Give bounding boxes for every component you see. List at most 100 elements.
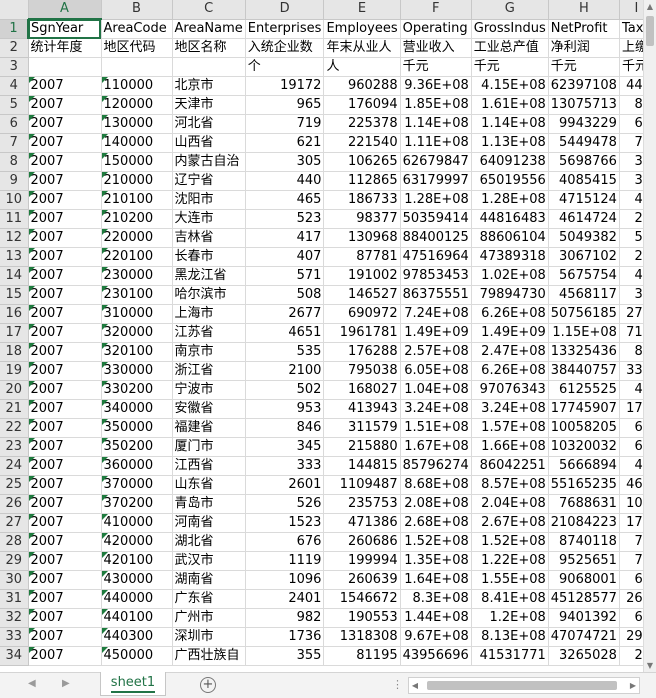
scroll-right-arrow-icon[interactable]: ▶ — [627, 678, 639, 693]
grid-cell[interactable]: 63179997 — [400, 171, 472, 191]
grid-cell[interactable]: 9401392 — [548, 608, 620, 628]
grid-cell[interactable]: 黑龙江省 — [172, 266, 246, 286]
grid-cell[interactable]: 112865 — [323, 171, 401, 191]
grid-cell[interactable]: 64091238 — [471, 152, 549, 172]
grid-cell[interactable]: 8.13E+08 — [471, 627, 549, 647]
row-header[interactable]: 11 — [0, 209, 29, 229]
column-header-h[interactable]: H — [548, 0, 620, 20]
grid-cell[interactable]: 1318308 — [323, 627, 401, 647]
grid-cell[interactable] — [172, 57, 246, 77]
grid-cell[interactable]: 湖北省 — [172, 532, 246, 552]
grid-cell[interactable]: 安徽省 — [172, 399, 246, 419]
grid-cell[interactable]: 221540 — [323, 133, 401, 153]
grid-cell[interactable]: 1.49E+09 — [471, 323, 549, 343]
grid-cell[interactable]: 2007 — [28, 570, 102, 590]
grid-cell[interactable]: 9068001 — [548, 570, 620, 590]
grid-cell[interactable]: 225378 — [323, 114, 401, 134]
row-header[interactable]: 26 — [0, 494, 29, 514]
grid-cell[interactable]: 1.22E+08 — [471, 551, 549, 571]
grid-cell[interactable]: 65019556 — [471, 171, 549, 191]
grid-cell[interactable]: 2.47E+08 — [471, 342, 549, 362]
grid-cell[interactable]: 8.3E+08 — [400, 589, 472, 609]
row-header[interactable]: 22 — [0, 418, 29, 438]
grid-cell[interactable]: 8.57E+08 — [471, 475, 549, 495]
grid-cell[interactable]: 1096 — [245, 570, 325, 590]
grid-cell[interactable]: 191002 — [323, 266, 401, 286]
grid-cell[interactable]: 3.24E+08 — [471, 399, 549, 419]
grid-cell[interactable]: 230100 — [101, 285, 173, 305]
grid-cell[interactable]: 2007 — [28, 228, 102, 248]
grid-cell[interactable]: 81195 — [323, 646, 401, 666]
grid-cell[interactable]: 6.26E+08 — [471, 304, 549, 324]
grid-cell[interactable]: 2007 — [28, 494, 102, 514]
grid-cell[interactable]: 1961781 — [323, 323, 401, 343]
grid-cell[interactable]: 地区名称 — [172, 38, 246, 58]
grid-cell[interactable]: 营业收入 — [400, 38, 472, 58]
row-header[interactable]: 13 — [0, 247, 29, 267]
grid-cell[interactable]: 1.52E+08 — [471, 532, 549, 552]
row-header[interactable]: 7 — [0, 133, 29, 153]
grid-cell[interactable]: 武汉市 — [172, 551, 246, 571]
grid-cell[interactable]: 41531771 — [471, 646, 549, 666]
grid-cell[interactable]: 福建省 — [172, 418, 246, 438]
grid-cell[interactable]: 2.68E+08 — [400, 513, 472, 533]
row-header[interactable]: 21 — [0, 399, 29, 419]
grid-cell[interactable]: 长春市 — [172, 247, 246, 267]
row-header[interactable]: 28 — [0, 532, 29, 552]
grid-cell[interactable]: 4651 — [245, 323, 325, 343]
row-header[interactable]: 3 — [0, 57, 29, 77]
grid-cell[interactable]: 广西壮族自 — [172, 646, 246, 666]
grid-cell[interactable]: 1.14E+08 — [471, 114, 549, 134]
grid-cell[interactable]: 79894730 — [471, 285, 549, 305]
grid-cell[interactable]: 330000 — [101, 361, 173, 381]
grid-cell[interactable]: 88606104 — [471, 228, 549, 248]
grid-cell[interactable]: 235753 — [323, 494, 401, 514]
grid-cell[interactable]: 210100 — [101, 190, 173, 210]
grid-cell[interactable]: 工业总产值 — [471, 38, 549, 58]
triangle-right-icon[interactable]: ▶ — [62, 678, 70, 689]
horizontal-scrollbar[interactable]: ◀ ▶ — [408, 677, 640, 694]
grid-cell[interactable]: 2007 — [28, 646, 102, 666]
grid-cell[interactable]: 1.55E+08 — [471, 570, 549, 590]
grid-cell[interactable]: 2007 — [28, 323, 102, 343]
row-header[interactable]: 15 — [0, 285, 29, 305]
grid-cell[interactable]: 地区代码 — [101, 38, 173, 58]
grid-cell[interactable]: 210000 — [101, 171, 173, 191]
grid-cell[interactable]: 690972 — [323, 304, 401, 324]
select-all-corner[interactable] — [0, 0, 29, 20]
grid-cell[interactable]: 220000 — [101, 228, 173, 248]
grid-cell[interactable]: 795038 — [323, 361, 401, 381]
grid-cell[interactable]: 676 — [245, 532, 325, 552]
grid-cell[interactable]: 370200 — [101, 494, 173, 514]
grid-cell[interactable]: 97853453 — [400, 266, 472, 286]
grid-cell[interactable]: 1.28E+08 — [471, 190, 549, 210]
grid-cell[interactable]: 50359414 — [400, 209, 472, 229]
grid-cell[interactable]: 内蒙古自治 — [172, 152, 246, 172]
grid-cell[interactable]: 5049382 — [548, 228, 620, 248]
row-header[interactable]: 16 — [0, 304, 29, 324]
grid-cell[interactable]: 2007 — [28, 551, 102, 571]
grid-cell[interactable]: 2007 — [28, 171, 102, 191]
grid-cell[interactable]: 2.67E+08 — [471, 513, 549, 533]
grid-cell[interactable] — [101, 57, 173, 77]
grid-cell[interactable]: 45128577 — [548, 589, 620, 609]
grid-cell[interactable]: 5449478 — [548, 133, 620, 153]
grid-cell[interactable]: 7.24E+08 — [400, 304, 472, 324]
grid-cell[interactable]: 2401 — [245, 589, 325, 609]
grid-cell[interactable]: 106265 — [323, 152, 401, 172]
grid-cell[interactable]: 8.68E+08 — [400, 475, 472, 495]
grid-cell[interactable]: 410000 — [101, 513, 173, 533]
grid-cell[interactable]: 110000 — [101, 76, 173, 96]
grid-cell[interactable]: 13075713 — [548, 95, 620, 115]
row-header[interactable]: 29 — [0, 551, 29, 571]
grid-cell[interactable]: 1.64E+08 — [400, 570, 472, 590]
grid-cell[interactable]: 个 — [245, 57, 325, 77]
grid-cell[interactable]: 10058205 — [548, 418, 620, 438]
grid-cell[interactable]: 3067102 — [548, 247, 620, 267]
grid-cell[interactable]: 2007 — [28, 627, 102, 647]
grid-cell[interactable]: 1.49E+09 — [400, 323, 472, 343]
grid-cell[interactable]: 47516964 — [400, 247, 472, 267]
grid-cell[interactable]: 9.67E+08 — [400, 627, 472, 647]
grid-cell[interactable]: 2.04E+08 — [471, 494, 549, 514]
row-header[interactable]: 17 — [0, 323, 29, 343]
